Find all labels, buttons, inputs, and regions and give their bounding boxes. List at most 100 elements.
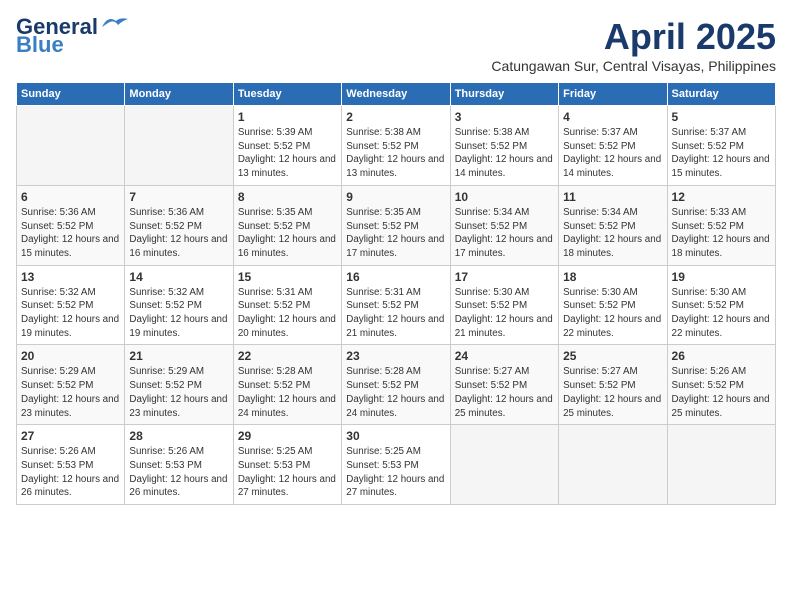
calendar-cell: 20 Sunrise: 5:29 AMSunset: 5:52 PMDayligh… [17, 345, 125, 425]
calendar-cell: 12Sunrise: 5:33 AMSunset: 5:52 PMDayligh… [667, 185, 775, 265]
day-number: 28 [129, 429, 228, 443]
day-info: Sunrise: 5:31 AMSunset: 5:52 PMDaylight:… [238, 286, 337, 341]
calendar-cell: 27 Sunrise: 5:26 AMSunset: 5:53 PMDayligh… [17, 425, 125, 505]
calendar-cell: 4Sunrise: 5:37 AMSunset: 5:52 PMDaylight… [559, 106, 667, 186]
calendar-cell [125, 106, 233, 186]
day-number: 24 [455, 349, 554, 363]
month-title: April 2025 [491, 16, 776, 58]
calendar-cell: 21 Sunrise: 5:29 AMSunset: 5:52 PMDayligh… [125, 345, 233, 425]
day-number: 21 [129, 349, 228, 363]
day-info: Sunrise: 5:26 AMSunset: 5:52 PMDaylight:… [672, 365, 771, 420]
day-number: 10 [455, 190, 554, 204]
day-info: Sunrise: 5:36 AMSunset: 5:52 PMDaylight:… [21, 206, 120, 261]
calendar-cell: 18 Sunrise: 5:30 AMSunset: 5:52 PMDayligh… [559, 265, 667, 345]
day-info: Sunrise: 5:28 AMSunset: 5:52 PMDaylight:… [346, 365, 445, 420]
calendar-cell: 9 Sunrise: 5:35 AMSunset: 5:52 PMDaylight… [342, 185, 450, 265]
day-number: 5 [672, 110, 771, 124]
day-number: 22 [238, 349, 337, 363]
day-info: Sunrise: 5:38 AMSunset: 5:52 PMDaylight:… [455, 126, 554, 181]
day-info: Sunrise: 5:39 AMSunset: 5:52 PMDaylight:… [238, 126, 337, 181]
calendar-cell: 14Sunrise: 5:32 AMSunset: 5:52 PMDayligh… [125, 265, 233, 345]
calendar-cell: 22 Sunrise: 5:28 AMSunset: 5:52 PMDayligh… [233, 345, 341, 425]
weekday-header: Tuesday [233, 83, 341, 106]
day-number: 3 [455, 110, 554, 124]
calendar-cell: 11Sunrise: 5:34 AMSunset: 5:52 PMDayligh… [559, 185, 667, 265]
day-number: 1 [238, 110, 337, 124]
day-number: 30 [346, 429, 445, 443]
weekday-header: Thursday [450, 83, 558, 106]
day-number: 17 [455, 270, 554, 284]
page-header: General Blue April 2025 Catungawan Sur, … [16, 16, 776, 74]
day-info: Sunrise: 5:37 AMSunset: 5:52 PMDaylight:… [563, 126, 662, 181]
calendar-week-row: 20 Sunrise: 5:29 AMSunset: 5:52 PMDayligh… [17, 345, 776, 425]
calendar-cell [559, 425, 667, 505]
location-title: Catungawan Sur, Central Visayas, Philipp… [491, 58, 776, 74]
calendar-cell: 16Sunrise: 5:31 AMSunset: 5:52 PMDayligh… [342, 265, 450, 345]
day-info: Sunrise: 5:30 AMSunset: 5:52 PMDaylight:… [672, 286, 771, 341]
day-info: Sunrise: 5:35 AMSunset: 5:52 PMDaylight:… [238, 206, 337, 261]
logo: General Blue [16, 16, 130, 56]
day-info: Sunrise: 5:25 AMSunset: 5:53 PMDaylight:… [346, 445, 445, 500]
title-block: April 2025 Catungawan Sur, Central Visay… [491, 16, 776, 74]
day-number: 6 [21, 190, 120, 204]
calendar-cell: 8 Sunrise: 5:35 AMSunset: 5:52 PMDaylight… [233, 185, 341, 265]
calendar-cell: 15 Sunrise: 5:31 AMSunset: 5:52 PMDayligh… [233, 265, 341, 345]
weekday-header: Friday [559, 83, 667, 106]
day-info: Sunrise: 5:27 AMSunset: 5:52 PMDaylight:… [455, 365, 554, 420]
calendar-cell [17, 106, 125, 186]
day-number: 26 [672, 349, 771, 363]
calendar-cell: 24 Sunrise: 5:27 AMSunset: 5:52 PMDayligh… [450, 345, 558, 425]
day-number: 25 [563, 349, 662, 363]
calendar-cell: 26 Sunrise: 5:26 AMSunset: 5:52 PMDayligh… [667, 345, 775, 425]
calendar-cell: 23 Sunrise: 5:28 AMSunset: 5:52 PMDayligh… [342, 345, 450, 425]
calendar-week-row: 27 Sunrise: 5:26 AMSunset: 5:53 PMDayligh… [17, 425, 776, 505]
day-info: Sunrise: 5:30 AMSunset: 5:52 PMDaylight:… [455, 286, 554, 341]
weekday-header-row: SundayMondayTuesdayWednesdayThursdayFrid… [17, 83, 776, 106]
day-info: Sunrise: 5:28 AMSunset: 5:52 PMDaylight:… [238, 365, 337, 420]
day-info: Sunrise: 5:38 AMSunset: 5:52 PMDaylight:… [346, 126, 445, 181]
day-number: 2 [346, 110, 445, 124]
day-info: Sunrise: 5:33 AMSunset: 5:52 PMDaylight:… [672, 206, 771, 261]
calendar-cell: 7Sunrise: 5:36 AMSunset: 5:52 PMDaylight… [125, 185, 233, 265]
calendar-cell: 2 Sunrise: 5:38 AMSunset: 5:52 PMDaylight… [342, 106, 450, 186]
calendar-cell [667, 425, 775, 505]
day-info: Sunrise: 5:31 AMSunset: 5:52 PMDaylight:… [346, 286, 445, 341]
day-info: Sunrise: 5:29 AMSunset: 5:52 PMDaylight:… [21, 365, 120, 420]
day-info: Sunrise: 5:34 AMSunset: 5:52 PMDaylight:… [563, 206, 662, 261]
day-info: Sunrise: 5:37 AMSunset: 5:52 PMDaylight:… [672, 126, 771, 181]
calendar-table: SundayMondayTuesdayWednesdayThursdayFrid… [16, 82, 776, 505]
calendar-cell: 28 Sunrise: 5:26 AMSunset: 5:53 PMDayligh… [125, 425, 233, 505]
calendar-cell: 29 Sunrise: 5:25 AMSunset: 5:53 PMDayligh… [233, 425, 341, 505]
day-number: 29 [238, 429, 337, 443]
day-info: Sunrise: 5:35 AMSunset: 5:52 PMDaylight:… [346, 206, 445, 261]
calendar-cell: 6 Sunrise: 5:36 AMSunset: 5:52 PMDaylight… [17, 185, 125, 265]
day-info: Sunrise: 5:32 AMSunset: 5:52 PMDaylight:… [129, 286, 228, 341]
calendar-cell: 30 Sunrise: 5:25 AMSunset: 5:53 PMDayligh… [342, 425, 450, 505]
calendar-cell: 17 Sunrise: 5:30 AMSunset: 5:52 PMDayligh… [450, 265, 558, 345]
day-number: 7 [129, 190, 228, 204]
calendar-week-row: 1 Sunrise: 5:39 AMSunset: 5:52 PMDaylight… [17, 106, 776, 186]
calendar-cell: 3 Sunrise: 5:38 AMSunset: 5:52 PMDaylight… [450, 106, 558, 186]
day-number: 23 [346, 349, 445, 363]
day-number: 15 [238, 270, 337, 284]
day-info: Sunrise: 5:25 AMSunset: 5:53 PMDaylight:… [238, 445, 337, 500]
day-info: Sunrise: 5:30 AMSunset: 5:52 PMDaylight:… [563, 286, 662, 341]
weekday-header: Wednesday [342, 83, 450, 106]
day-number: 9 [346, 190, 445, 204]
calendar-week-row: 13 Sunrise: 5:32 AMSunset: 5:52 PMDayligh… [17, 265, 776, 345]
calendar-cell: 13Sunrise: 5:32 AMSunset: 5:52 PMDayligh… [17, 265, 125, 345]
day-number: 20 [21, 349, 120, 363]
day-info: Sunrise: 5:34 AMSunset: 5:52 PMDaylight:… [455, 206, 554, 261]
day-number: 18 [563, 270, 662, 284]
day-info: Sunrise: 5:29 AMSunset: 5:52 PMDaylight:… [129, 365, 228, 420]
logo-blue-text: Blue [16, 34, 64, 56]
day-number: 8 [238, 190, 337, 204]
weekday-header: Saturday [667, 83, 775, 106]
day-number: 13 [21, 270, 120, 284]
weekday-header: Monday [125, 83, 233, 106]
calendar-cell: 5 Sunrise: 5:37 AMSunset: 5:52 PMDaylight… [667, 106, 775, 186]
day-info: Sunrise: 5:26 AMSunset: 5:53 PMDaylight:… [21, 445, 120, 500]
day-number: 27 [21, 429, 120, 443]
day-info: Sunrise: 5:26 AMSunset: 5:53 PMDaylight:… [129, 445, 228, 500]
calendar-cell: 10 Sunrise: 5:34 AMSunset: 5:52 PMDayligh… [450, 185, 558, 265]
